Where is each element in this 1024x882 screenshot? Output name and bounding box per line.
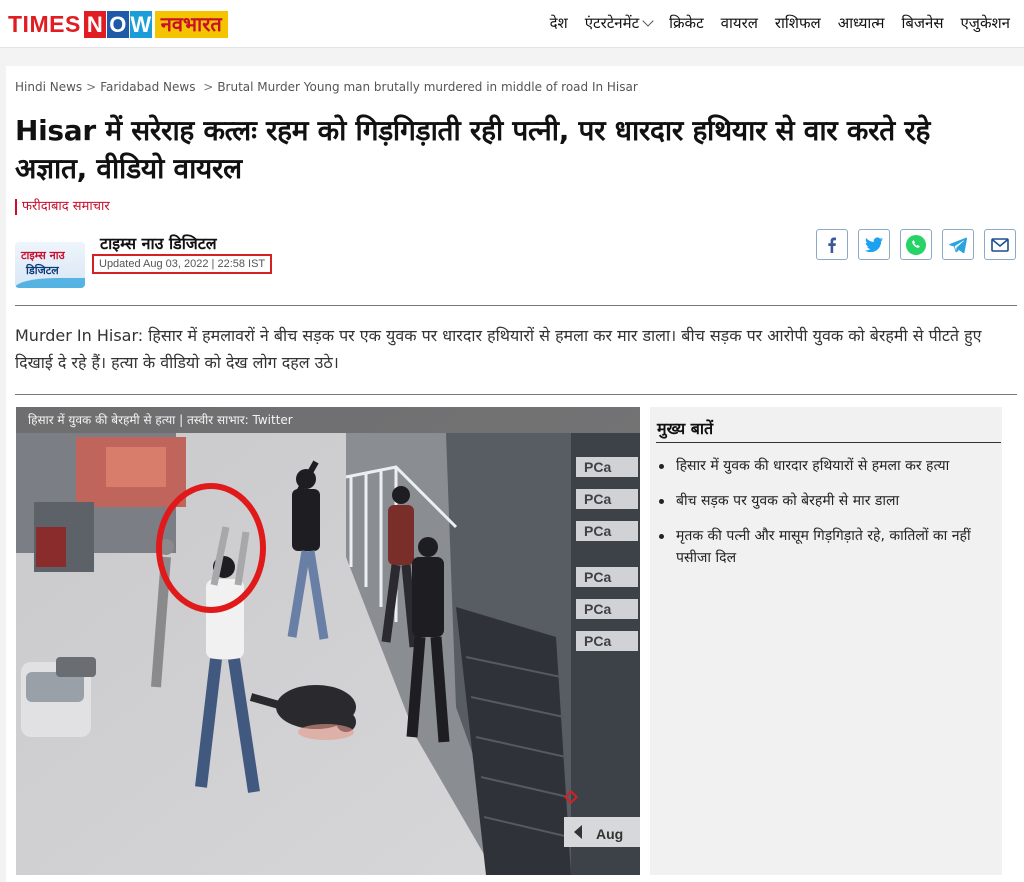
mail-icon (991, 237, 1009, 252)
author-avatar-line2: डिजिटल (26, 264, 59, 277)
share-twitter-button[interactable] (858, 229, 890, 260)
article-intro: Murder In Hisar: हिसार में हमलावरों ने ब… (15, 326, 982, 372)
logo-navbharat-text: नवभारत (154, 11, 228, 38)
site-header: TIMES N O W नवभारत देश एंटरटेनमेंट क्रिक… (0, 0, 1024, 48)
highlight-item: मृतक की पत्नी और मासूम गिड़गिड़ाते रहे, … (656, 525, 996, 569)
breadcrumb-current: Brutal Murder Young man brutally murdere… (217, 80, 638, 94)
sign-text: PCa (584, 633, 611, 649)
nav-item-spirituality[interactable]: आध्यात्म (838, 13, 885, 33)
breadcrumb-separator: > (199, 80, 214, 94)
breadcrumb-section[interactable]: Faridabad News (100, 80, 195, 94)
chevron-down-icon (642, 15, 654, 27)
share-telegram-button[interactable] (942, 229, 974, 260)
highlight-item: हिसार में युवक की धारदार हथियारों से हमल… (656, 455, 996, 477)
twitter-icon (865, 236, 883, 252)
share-mail-button[interactable] (984, 229, 1016, 260)
facebook-icon (828, 237, 836, 253)
nav-item-cricket[interactable]: क्रिकेट (669, 13, 704, 33)
site-logo[interactable]: TIMES N O W नवभारत (6, 11, 228, 38)
whatsapp-icon (906, 234, 926, 255)
avatar-wave-decoration (15, 278, 85, 288)
sign-text: PCa (584, 523, 611, 539)
article-headline: Hisar में सरेराह कत्लः रहम को गिड़गिड़ात… (15, 114, 931, 185)
cctv-scene-illustration: PCa PCa PCa PCa PCa PCa Aug (16, 407, 640, 875)
logo-times-text: TIMES (6, 11, 83, 38)
nav-item-education[interactable]: एजुकेशन (961, 13, 1010, 33)
author-avatar: टाइम्स नाउ डिजिटल (15, 242, 85, 288)
video-timestamp-text: Aug (596, 826, 623, 842)
highlights-divider (656, 442, 1001, 443)
sign-text: PCa (584, 569, 611, 585)
logo-letter: O (106, 11, 129, 38)
sign-text: PCa (584, 491, 611, 507)
breadcrumb: Hindi News > Faridabad News > Brutal Murder… (15, 80, 638, 94)
sign-text: PCa (584, 459, 611, 475)
nav-item-viral[interactable]: वायरल (721, 13, 758, 33)
author-name[interactable]: टाइम्स नाउ डिजिटल (100, 232, 217, 254)
share-whatsapp-button[interactable] (900, 229, 932, 260)
logo-now-text: N O W (83, 11, 152, 38)
divider (15, 305, 1017, 306)
highlight-item: बीच सड़क पर युवक को बेरहमी से मार डाला (656, 490, 996, 512)
breadcrumb-home[interactable]: Hindi News (15, 80, 82, 94)
nav-item-rashifal[interactable]: राशिफल (775, 13, 821, 33)
sign-text: PCa (584, 601, 611, 617)
nav-item-business[interactable]: बिजनेस (901, 13, 943, 33)
image-caption: हिसार में युवक की बेरहमी से हत्या | तस्व… (16, 407, 640, 433)
article-image[interactable]: PCa PCa PCa PCa PCa PCa Aug हिसार में यु… (16, 407, 640, 875)
nav-item-entertainment[interactable]: एंटरटेनमेंट (584, 13, 654, 33)
telegram-icon (949, 237, 967, 253)
article-card: Hindi News > Faridabad News > Brutal Murder… (6, 66, 1024, 882)
category-link[interactable]: फरीदाबाद समाचार (15, 199, 110, 215)
logo-letter: W (129, 11, 152, 38)
highlights-list: हिसार में युवक की धारदार हथियारों से हमल… (656, 455, 996, 582)
updated-timestamp: Updated Aug 03, 2022 | 22:58 IST (92, 254, 273, 274)
breadcrumb-separator: > (86, 80, 97, 94)
key-highlights-box: मुख्य बातें हिसार में युवक की धारदार हथि… (650, 407, 1002, 875)
author-avatar-line1: टाइम्स नाउ (21, 249, 65, 262)
main-nav: देश एंटरटेनमेंट क्रिकेट वायरल राशिफल आध्… (550, 13, 1010, 33)
share-bar (816, 229, 1016, 260)
logo-letter: N (83, 11, 106, 38)
nav-item-desh[interactable]: देश (550, 13, 568, 33)
highlights-title: मुख्य बातें (657, 419, 714, 438)
divider (15, 394, 1017, 395)
share-facebook-button[interactable] (816, 229, 848, 260)
nav-item-label: एंटरटेनमेंट (584, 14, 640, 32)
